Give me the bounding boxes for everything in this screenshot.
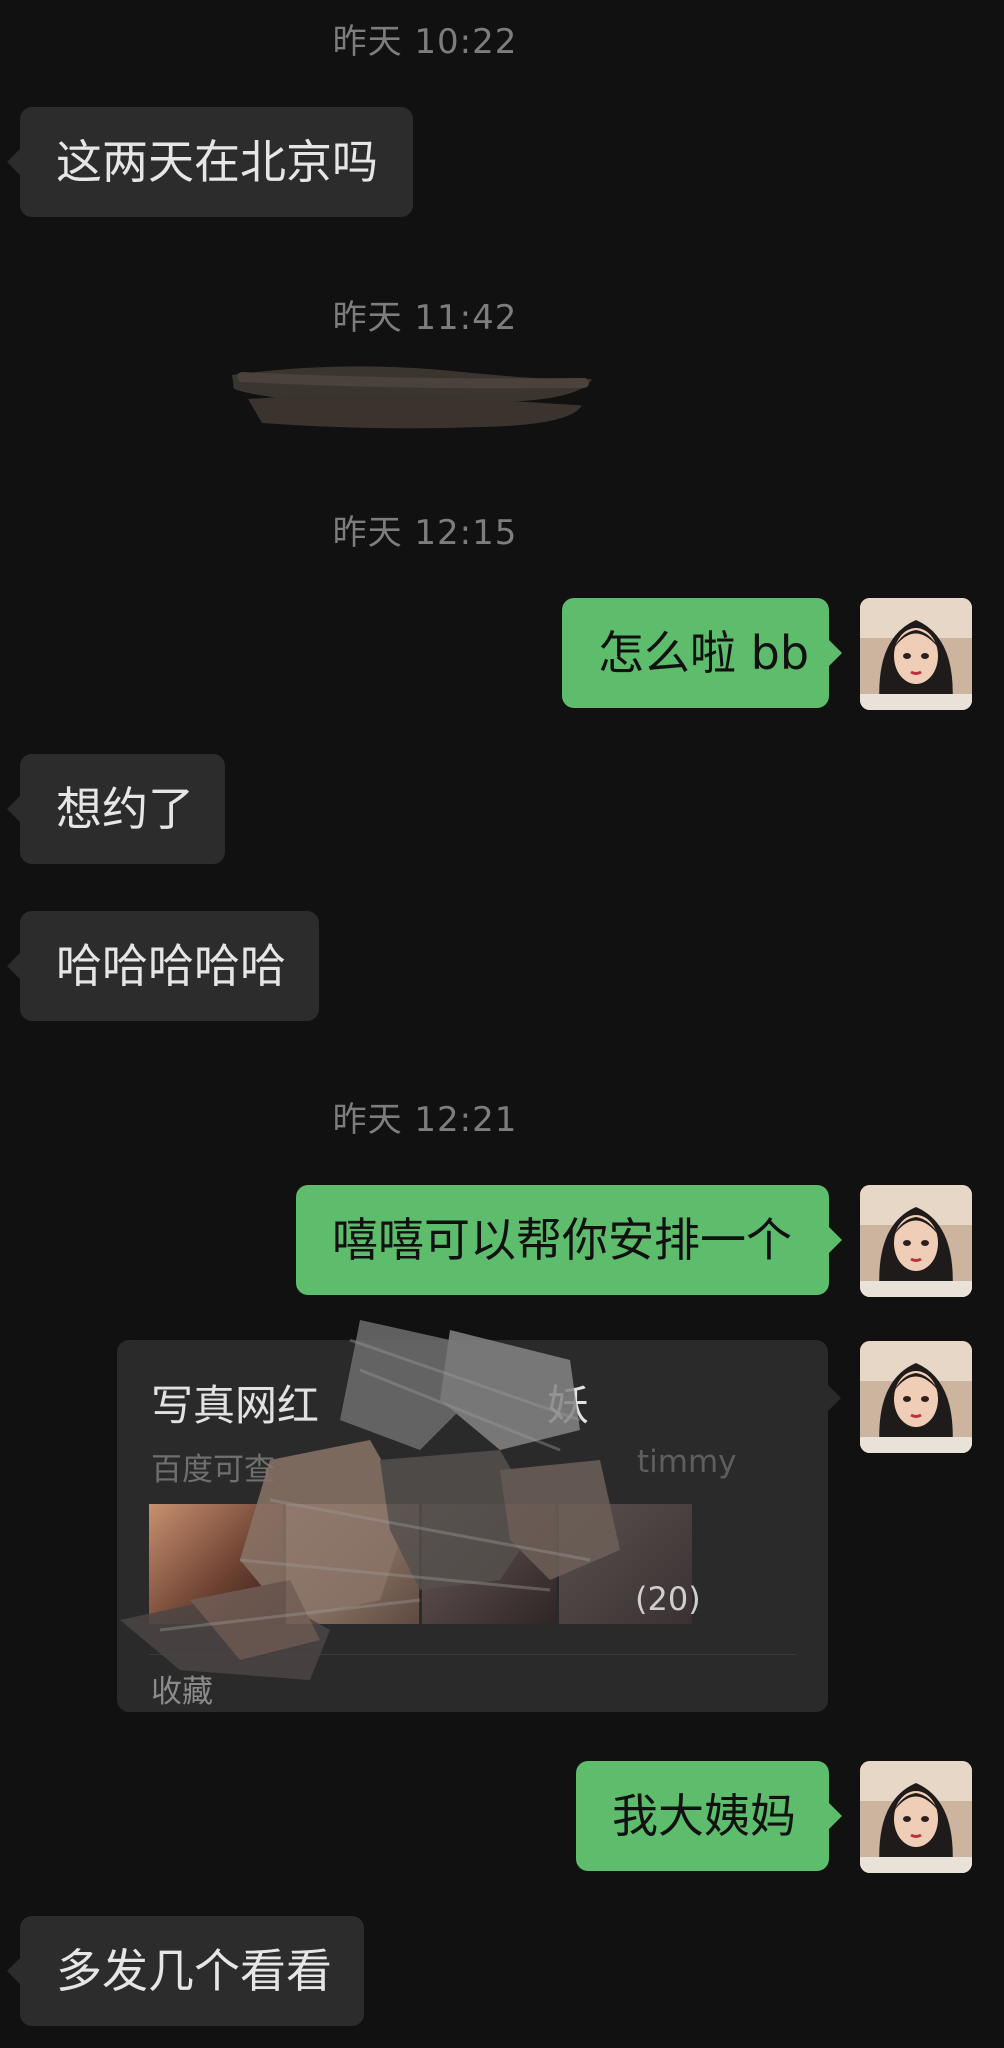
card-source: 收藏 — [151, 1674, 213, 1710]
timestamp: 昨天 12:15 — [332, 513, 518, 553]
incoming-message[interactable]: 想约了 — [7, 754, 225, 864]
card-title: 写真网红 — [151, 1381, 320, 1430]
thumbnail-image — [285, 1504, 419, 1624]
image-count: (20) — [635, 1580, 701, 1618]
anime-girl-avatar-icon — [860, 1341, 972, 1453]
timestamp: 昨天 10:22 — [332, 22, 518, 62]
timestamp: 昨天 12:21 — [332, 1100, 518, 1140]
avatar[interactable] — [860, 598, 972, 710]
message-text: 想约了 — [56, 782, 194, 836]
timestamp: 昨天 11:42 — [332, 298, 518, 338]
incoming-message[interactable]: 哈哈哈哈哈 — [7, 911, 319, 1021]
outgoing-message[interactable]: 我大姨妈 — [576, 1761, 842, 1871]
message-text: 这两天在北京吗 — [56, 135, 378, 189]
redacted-message — [232, 366, 592, 429]
outgoing-message[interactable]: 嘻嘻可以帮你安排一个 — [296, 1185, 842, 1295]
message-text: 我大姨妈 — [612, 1789, 796, 1843]
anime-girl-avatar-icon — [860, 1185, 972, 1297]
thumbnail-image — [149, 1504, 283, 1624]
card-subtitle: 百度可查 — [151, 1452, 275, 1488]
incoming-message[interactable]: 多发几个看看 — [7, 1916, 364, 2026]
anime-girl-avatar-icon — [860, 1761, 972, 1873]
avatar[interactable] — [860, 1761, 972, 1873]
outgoing-message[interactable]: 怎么啦 bb — [562, 598, 842, 708]
incoming-message[interactable]: 这两天在北京吗 — [7, 107, 413, 217]
card-author: timmy — [637, 1444, 737, 1480]
message-text: 哈哈哈哈哈 — [56, 939, 286, 993]
message-text: 怎么啦 bb — [598, 626, 810, 680]
card-title-suffix: 妖 — [547, 1381, 590, 1430]
avatar[interactable] — [860, 1185, 972, 1297]
message-text: 多发几个看看 — [56, 1944, 332, 1998]
divider — [149, 1654, 796, 1655]
anime-girl-avatar-icon — [860, 598, 972, 710]
message-text: 嘻嘻可以帮你安排一个 — [332, 1213, 792, 1267]
avatar[interactable] — [860, 1341, 972, 1453]
card-thumbnails — [149, 1504, 692, 1624]
thumbnail-image — [422, 1504, 556, 1624]
shared-favorite-card[interactable]: 写真网红 妖 百度可查 timmy (20) 收藏 — [117, 1340, 841, 1712]
